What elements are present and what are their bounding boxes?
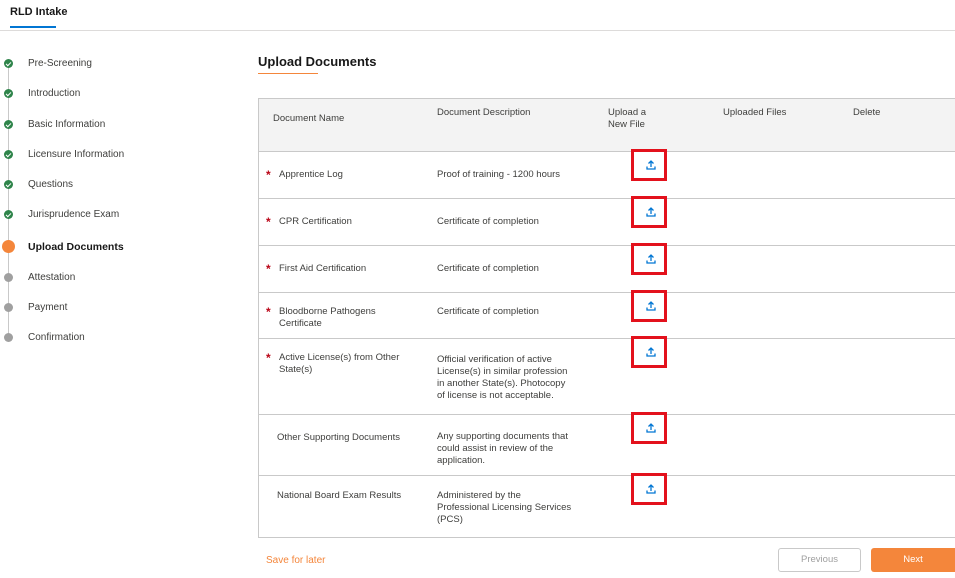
step-payment: Payment <box>0 300 240 316</box>
step-label: Licensure Information <box>28 149 125 160</box>
step-label: Upload Documents <box>28 241 124 253</box>
save-for-later-link[interactable]: Save for later <box>266 555 325 566</box>
step-confirmation: Confirmation <box>0 330 240 346</box>
document-name: Bloodborne Pathogens Certificate <box>279 306 376 329</box>
step-jurisprudence-exam[interactable]: Jurisprudence Exam <box>0 207 240 223</box>
table-row: Other Supporting Documents Any supportin… <box>259 412 955 476</box>
upload-icon <box>646 207 656 217</box>
step-label: Questions <box>28 179 74 190</box>
upload-icon <box>646 160 656 170</box>
column-header-upload: Upload a New File <box>608 107 647 130</box>
document-name: National Board Exam Results <box>277 490 402 501</box>
document-description: Administered by the Professional Licensi… <box>437 490 572 525</box>
step-attestation: Attestation <box>0 270 240 286</box>
upload-file-button[interactable] <box>631 149 667 181</box>
step-label: Pre-Screening <box>28 58 92 69</box>
stepper-line <box>8 64 9 337</box>
required-marker: * <box>266 168 271 182</box>
document-description: Certificate of completion <box>437 216 539 227</box>
check-icon <box>4 89 13 98</box>
step-basic-information[interactable]: Basic Information <box>0 117 240 133</box>
required-marker: * <box>266 305 271 319</box>
required-marker: * <box>266 262 271 276</box>
document-name: Other Supporting Documents <box>277 432 401 443</box>
required-marker: * <box>266 215 271 229</box>
page-title: Upload Documents <box>258 54 377 69</box>
step-label: Payment <box>28 302 68 313</box>
upload-file-button[interactable] <box>631 196 667 228</box>
pending-step-icon <box>4 333 13 342</box>
column-header-description: Document Description <box>437 107 531 118</box>
upload-icon <box>646 301 656 311</box>
app-header: RLD Intake <box>0 0 955 31</box>
active-tab-indicator <box>10 26 56 28</box>
table-row: * Active License(s) from Other State(s) … <box>259 336 955 415</box>
upload-file-button[interactable] <box>631 473 667 505</box>
step-label: Introduction <box>28 88 81 99</box>
upload-file-button[interactable] <box>631 336 667 368</box>
pending-step-icon <box>4 303 13 312</box>
step-upload-documents[interactable]: Upload Documents <box>0 239 240 255</box>
upload-icon <box>646 347 656 357</box>
table-row: * First Aid Certification Certificate of… <box>259 243 955 293</box>
table-header: Document Name Document Description Uploa… <box>259 99 955 152</box>
document-name: CPR Certification <box>279 216 352 227</box>
step-label: Jurisprudence Exam <box>28 209 120 220</box>
document-description: Certificate of completion <box>437 306 539 317</box>
column-header-name: Document Name <box>273 113 345 124</box>
step-label: Attestation <box>28 272 76 283</box>
required-marker: * <box>266 351 271 365</box>
step-label: Confirmation <box>28 332 85 343</box>
upload-icon <box>646 484 656 494</box>
table-row: National Board Exam Results Administered… <box>259 473 955 538</box>
check-icon <box>4 59 13 68</box>
document-description: Proof of training - 1200 hours <box>437 169 561 180</box>
document-name: Active License(s) from Other State(s) <box>279 352 400 375</box>
check-icon <box>4 120 13 129</box>
step-questions[interactable]: Questions <box>0 177 240 193</box>
app-title[interactable]: RLD Intake <box>10 6 67 18</box>
column-header-delete: Delete <box>853 107 881 118</box>
column-header-uploaded: Uploaded Files <box>723 107 787 118</box>
step-label: Basic Information <box>28 119 106 130</box>
upload-icon <box>646 423 656 433</box>
document-description: Any supporting documents that could assi… <box>437 431 568 466</box>
title-underline <box>258 73 318 74</box>
document-description: Certificate of completion <box>437 263 539 274</box>
table-row: * CPR Certification Certificate of compl… <box>259 196 955 246</box>
check-icon <box>4 180 13 189</box>
step-pre-screening[interactable]: Pre-Screening <box>0 56 240 72</box>
check-icon <box>4 150 13 159</box>
step-introduction[interactable]: Introduction <box>0 86 240 102</box>
upload-icon <box>646 254 656 264</box>
current-step-icon <box>2 240 15 253</box>
document-description: Official verification of active License(… <box>437 354 568 401</box>
table-row: * Bloodborne Pathogens Certificate Certi… <box>259 290 955 339</box>
upload-file-button[interactable] <box>631 243 667 275</box>
next-button[interactable]: Next <box>871 548 955 572</box>
check-icon <box>4 210 13 219</box>
table-row: * Apprentice Log Proof of training - 120… <box>259 149 955 199</box>
documents-table: Document Name Document Description Uploa… <box>258 98 955 538</box>
upload-file-button[interactable] <box>631 290 667 322</box>
step-licensure-information[interactable]: Licensure Information <box>0 147 240 163</box>
document-name: First Aid Certification <box>279 263 367 274</box>
document-name: Apprentice Log <box>279 169 343 180</box>
upload-file-button[interactable] <box>631 412 667 444</box>
previous-button[interactable]: Previous <box>778 548 861 572</box>
pending-step-icon <box>4 273 13 282</box>
